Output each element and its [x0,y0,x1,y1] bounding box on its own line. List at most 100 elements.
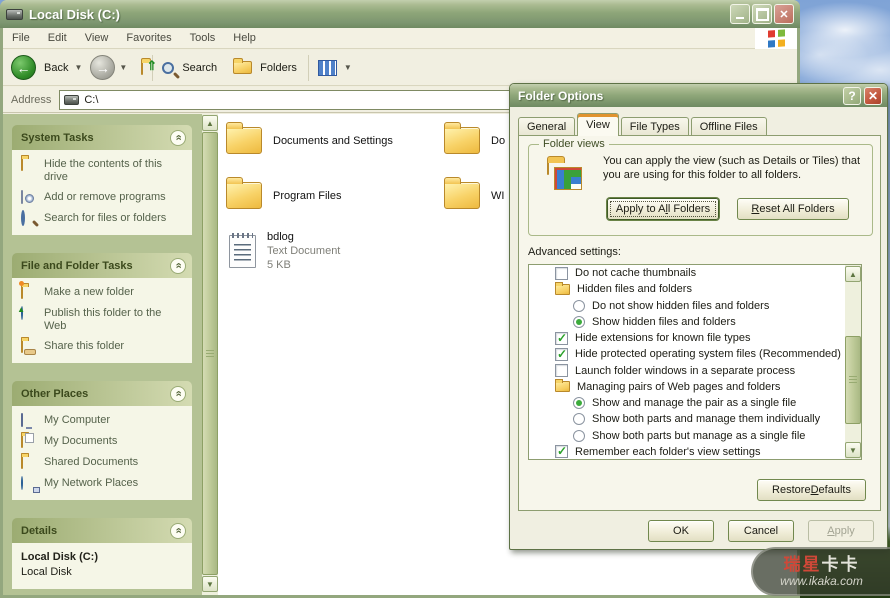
task-hide-contents[interactable]: Hide the contents of this drive [21,157,186,184]
checkbox-unchecked-icon[interactable] [555,266,568,280]
restore-defaults-button[interactable]: Restore Defaults [757,479,866,501]
taskpane-scrollbar[interactable]: ▲ ▼ [202,114,218,595]
menu-edit[interactable]: Edit [39,28,76,48]
folder-icon [444,177,480,209]
cancel-button[interactable]: Cancel [728,520,794,542]
dialog-titlebar: Folder Options ? ✕ [510,84,887,107]
folder-options-dialog: Folder Options ? ✕ General View File Typ… [509,83,888,550]
dialog-title: Folder Options [518,88,604,103]
folder-views-legend: Folder views [539,138,609,150]
section-header[interactable]: File and Folder Tasks [12,253,192,278]
section-header[interactable]: Other Places [12,381,192,406]
scroll-down-button[interactable]: ▼ [202,576,218,592]
scroll-up-button[interactable]: ▲ [845,266,861,282]
tab-general[interactable]: General [518,117,576,136]
setting-group-hidden-files[interactable]: Hidden files and folders [529,281,846,297]
menu-help[interactable]: Help [224,28,265,48]
scroll-up-button[interactable]: ▲ [202,115,218,131]
section-other-places: Other Places My Computer My Documents [12,381,192,500]
setting-do-not-show-hidden[interactable]: Do not show hidden files and folders [529,298,846,314]
reset-all-folders-button[interactable]: Reset All Folders [737,198,849,220]
file-tile-folder-4[interactable]: WI [444,177,504,209]
checkbox-checked-icon[interactable] [555,331,568,345]
radio-on-icon[interactable] [573,315,585,328]
search-icon[interactable] [162,61,175,74]
back-dropdown-caret[interactable]: ▼ [74,63,82,72]
section-header[interactable]: Details [12,518,192,543]
task-publish-web[interactable]: Publish this folder to the Web [21,306,186,333]
back-button-icon[interactable]: ← [11,55,36,80]
menu-file[interactable]: File [3,28,39,48]
apply-button[interactable]: Apply [808,520,874,542]
watermark-brand-red: 瑞星 [783,554,822,574]
task-add-remove-programs[interactable]: Add or remove programs [21,190,186,205]
checkbox-checked-icon[interactable] [555,347,568,361]
link-my-network-places[interactable]: My Network Places [21,476,186,493]
setting-launch-separate-process[interactable]: Launch folder windows in a separate proc… [529,363,846,379]
setting-group-managing-pairs[interactable]: Managing pairs of Web pages and folders [529,379,846,395]
setting-manage-individually[interactable]: Show both parts and manage them individu… [529,411,846,427]
up-button[interactable]: ⇑ [141,58,157,75]
folders-icon[interactable] [233,58,253,74]
file-tile-bdlog[interactable]: bdlog Text Document 5 KB [229,231,340,271]
search-button-label[interactable]: Search [182,62,217,74]
collapse-chevron-icon[interactable] [170,129,186,146]
setting-do-not-cache-thumbnails[interactable]: Do not cache thumbnails [529,265,846,281]
toolbar: ← Back ▼ → ▼ ⇑ Search Folders ▼ [3,50,797,86]
radio-off-icon[interactable] [573,413,585,426]
link-my-computer[interactable]: My Computer [21,413,186,428]
file-tile-program-files[interactable]: Program Files [226,177,341,209]
menu-favorites[interactable]: Favorites [117,28,180,48]
setting-hide-extensions[interactable]: Hide extensions for known file types [529,330,846,346]
tab-view[interactable]: View [577,113,619,136]
radio-off-icon[interactable] [573,429,585,442]
back-button-label[interactable]: Back [44,62,68,74]
link-my-documents[interactable]: My Documents [21,434,186,449]
publish-web-icon [21,306,23,320]
screen: Local Disk (C:) File Edit View Favorites… [0,0,890,598]
setting-remember-view-settings[interactable]: Remember each folder's view settings [529,444,846,459]
setting-pair-single-file[interactable]: Show and manage the pair as a single fil… [529,395,846,411]
tab-offline-files[interactable]: Offline Files [690,117,767,136]
file-tile-folder-2[interactable]: Do [444,122,505,154]
maximize-button[interactable] [752,4,772,24]
link-shared-documents[interactable]: Shared Documents [21,455,186,470]
apply-to-all-folders-button[interactable]: Apply to All Folders [607,198,719,220]
views-icon[interactable] [317,59,337,76]
menu-view[interactable]: View [76,28,118,48]
task-share-folder[interactable]: Share this folder [21,339,186,354]
task-search-files[interactable]: Search for files or folders [21,210,186,226]
tab-file-types[interactable]: File Types [620,117,689,136]
up-arrow-icon: ⇑ [146,57,158,73]
help-button[interactable]: ? [843,86,861,105]
radio-off-icon[interactable] [573,299,585,312]
setting-hide-protected-files[interactable]: Hide protected operating system files (R… [529,346,846,362]
folders-button-label[interactable]: Folders [260,62,297,74]
share-folder-icon [21,339,23,353]
dialog-close-button[interactable]: ✕ [864,86,882,105]
checkbox-checked-icon[interactable] [555,444,568,459]
task-make-new-folder[interactable]: Make a new folder [21,285,186,300]
scroll-thumb[interactable] [202,132,218,575]
scroll-thumb[interactable] [845,336,861,424]
drive-contents-icon [21,157,23,171]
list-scrollbar[interactable]: ▲ ▼ [845,265,861,459]
menu-tools[interactable]: Tools [181,28,225,48]
file-tile-documents-and-settings[interactable]: Documents and Settings [226,122,393,154]
disk-icon [6,8,23,20]
collapse-chevron-icon[interactable] [170,522,186,539]
forward-dropdown-caret[interactable]: ▼ [119,63,127,72]
views-dropdown-caret[interactable]: ▼ [344,63,352,72]
ok-button[interactable]: OK [648,520,714,542]
checkbox-unchecked-icon[interactable] [555,364,568,378]
radio-on-icon[interactable] [573,397,585,410]
close-button[interactable] [774,4,794,24]
section-header[interactable]: System Tasks [12,125,192,150]
setting-show-hidden[interactable]: Show hidden files and folders [529,314,846,330]
forward-button-icon[interactable]: → [90,55,116,80]
setting-both-parts-single[interactable]: Show both parts but manage as a single f… [529,428,846,444]
collapse-chevron-icon[interactable] [170,385,186,402]
scroll-down-button[interactable]: ▼ [845,442,861,458]
collapse-chevron-icon[interactable] [170,257,186,274]
minimize-button[interactable] [730,4,750,24]
